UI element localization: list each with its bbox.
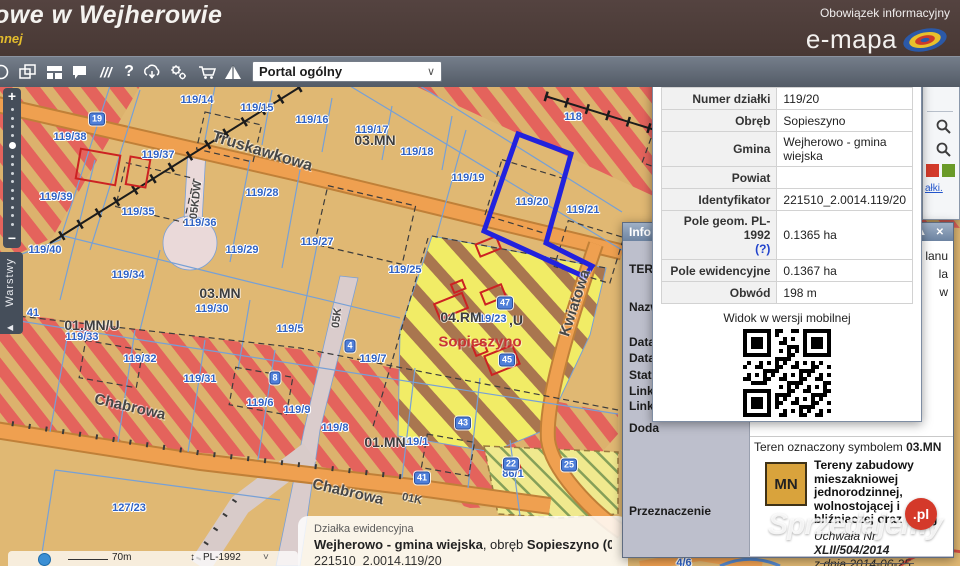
field-label: Stat: [629, 368, 652, 382]
field-value: 198 m: [777, 282, 913, 304]
geoportal-icon[interactable]: [38, 553, 51, 566]
zone-description: Tereny zabudowy mieszakniowej jednorodzi…: [814, 459, 950, 527]
close-panel-icon[interactable]: ✕: [936, 227, 947, 238]
tooltip-line1: Wejherowo - gmina wiejska, obręb Sopiesz…: [314, 537, 612, 552]
field-value: [777, 167, 913, 189]
app-title: owe w Wejherowie: [0, 1, 222, 30]
cart-icon[interactable]: [197, 62, 217, 82]
green-layer-swatch[interactable]: [942, 164, 955, 177]
portal-select-value: Portal ogólny: [259, 64, 342, 79]
partial-circle-icon[interactable]: [0, 62, 11, 82]
field-value: Sopieszyno: [777, 110, 913, 132]
field-value: 0.1367 ha: [777, 260, 913, 282]
prism-icon[interactable]: [223, 62, 243, 82]
field-label-przeznaczenie: Przeznaczenie: [629, 504, 711, 518]
selected-parcel-outline: [484, 134, 592, 277]
measure-icon[interactable]: ///: [96, 62, 116, 82]
collapse-left-icon: ◀: [7, 323, 13, 332]
table-row: Identyfikator221510_2.0014.119/20: [662, 189, 913, 211]
layout-icon[interactable]: [44, 62, 64, 82]
table-row: Pole ewidencyjne0.1367 ha: [662, 260, 913, 282]
red-layer-swatch[interactable]: [926, 164, 939, 177]
field-label: Pole geom. PL-1992(?): [662, 211, 777, 260]
field-label: Obwód: [662, 282, 777, 304]
table-row: GminaWejherowo - gmina wiejska: [662, 132, 913, 167]
info-panel-title: Info: [629, 225, 651, 239]
field-label: Obręb: [662, 110, 777, 132]
crs-arrows-icon: ↕: [190, 552, 195, 563]
field-label: Link: [629, 399, 654, 413]
zone-summary-line: Teren oznaczony symbolem 03.MN: [754, 440, 950, 454]
parcel-panel: Działka ewidencyjna × Numer działki119/2…: [652, 58, 922, 422]
field-label: Powiat: [662, 167, 777, 189]
field-value: 221510_2.0014.119/20: [777, 189, 913, 211]
field-value: 0.1365 ha: [777, 211, 913, 260]
crs-dropdown-chevron[interactable]: ˅: [263, 552, 269, 563]
zoom-control[interactable]: + −: [3, 88, 21, 248]
field-label: TER: [629, 262, 653, 276]
field-value: 119/20: [777, 88, 913, 110]
resolution-reference: Uchwała Nr XLII/504/2014 z dnia 2014-06-…: [814, 529, 954, 566]
crs-label: PL-1992: [203, 552, 241, 563]
table-row: Pole geom. PL-1992(?)0.1365 ha: [662, 211, 913, 260]
brand-text: e-mapa: [806, 24, 897, 55]
hover-tooltip: Działka ewidencyjna Wejherowo - gmina wi…: [298, 516, 628, 566]
table-row: Powiat: [662, 167, 913, 189]
table-row: ObrębSopieszyno: [662, 110, 913, 132]
field-label: Identyfikator: [662, 189, 777, 211]
zoom-slider[interactable]: [3, 108, 21, 226]
chevron-down-icon: ∨: [427, 65, 435, 78]
layers-tab-label: Warstwy: [4, 258, 16, 307]
zone-symbol-badge: MN: [765, 462, 807, 506]
table-row: Numer działki119/20: [662, 88, 913, 110]
zoom-out-button[interactable]: −: [3, 231, 21, 246]
truncated-text-fragments: lanulaw: [925, 247, 948, 301]
window-copy-icon[interactable]: [17, 62, 37, 82]
help-link[interactable]: (?): [755, 242, 770, 256]
mobile-view-caption: Widok w wersji mobilnej: [653, 311, 921, 325]
help-icon[interactable]: ?: [119, 62, 139, 82]
search-icon[interactable]: [935, 141, 952, 163]
layers-tab[interactable]: Warstwy ◀: [0, 252, 23, 334]
field-label: Doda: [629, 421, 659, 435]
tooltip-title: Działka ewidencyjna: [314, 523, 612, 535]
app-subtitle: nnej: [0, 31, 23, 46]
field-label: Link: [629, 384, 654, 398]
speech-bubble-icon[interactable]: [69, 62, 89, 82]
truncated-link[interactable]: ałki.: [925, 183, 943, 194]
toolbar: /// ? Portal ogólny ∨: [0, 56, 960, 87]
info-obligation-link[interactable]: Obowiązek informacyjny: [820, 6, 950, 20]
app-window: 119/14119/15119/16119/38119/37119/17119/…: [0, 0, 960, 566]
settings-gears-icon[interactable]: [168, 62, 188, 82]
scale-ruler: [68, 559, 108, 560]
parcel-attributes-table: Numer działki119/20ObrębSopieszynoGminaW…: [661, 87, 913, 304]
field-value: Wejherowo - gmina wiejska: [777, 132, 913, 167]
brand-logo: e-mapa: [806, 24, 948, 55]
field-label: Gmina: [662, 132, 777, 167]
header-bar: owe w Wejherowie nnej Obowiązek informac…: [0, 0, 960, 56]
tooltip-parcel-id: 221510_2.0014.119/20: [314, 554, 612, 566]
scale-label: 70m: [112, 552, 131, 563]
map-statusbar: 70m ↕ PL-1992 ˅: [8, 551, 298, 566]
zoom-in-button[interactable]: +: [3, 89, 21, 104]
field-label: Numer działki: [662, 88, 777, 110]
field-label: Pole ewidencyjne: [662, 260, 777, 282]
cloud-download-icon[interactable]: [142, 62, 162, 82]
portal-select[interactable]: Portal ogólny ∨: [252, 61, 442, 82]
globe-icon: [902, 27, 948, 53]
search-icon[interactable]: [935, 118, 952, 140]
qr-code: [743, 329, 831, 417]
table-row: Obwód198 m: [662, 282, 913, 304]
